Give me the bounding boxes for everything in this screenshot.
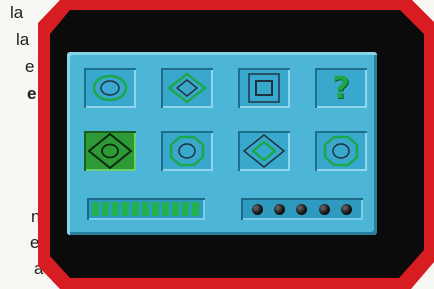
circle-icon xyxy=(92,74,128,102)
life-dot xyxy=(252,203,264,215)
energy-segment xyxy=(122,202,129,216)
tile-octagon-2[interactable] xyxy=(315,131,367,171)
tile-question[interactable]: ? xyxy=(315,68,367,108)
tile-diamond[interactable] xyxy=(161,68,213,108)
life-dot xyxy=(274,203,286,215)
lives-indicator xyxy=(241,198,363,220)
game-board: ? xyxy=(67,52,377,235)
diamond-circle-icon xyxy=(87,132,133,170)
tile-square[interactable] xyxy=(238,68,290,108)
tile-octagon[interactable] xyxy=(161,131,213,171)
energy-segment xyxy=(102,202,109,216)
energy-segment xyxy=(192,202,199,216)
life-dot xyxy=(318,203,330,215)
life-dot xyxy=(296,203,308,215)
diamond-icon xyxy=(166,72,208,104)
tile-diamond-2[interactable] xyxy=(238,131,290,171)
square-icon xyxy=(248,73,280,103)
life-dot xyxy=(340,203,352,215)
diamond-icon xyxy=(242,134,286,168)
question-mark-icon: ? xyxy=(332,70,350,106)
energy-segment xyxy=(182,202,189,216)
energy-segment xyxy=(92,202,99,216)
energy-segment xyxy=(152,202,159,216)
octagon-icon xyxy=(169,135,205,167)
energy-segment xyxy=(162,202,169,216)
energy-segment xyxy=(132,202,139,216)
energy-segment xyxy=(172,202,179,216)
tile-diamond-circle-selected[interactable] xyxy=(84,131,136,171)
octagon-icon xyxy=(323,135,359,167)
energy-meter xyxy=(87,198,205,220)
energy-segment xyxy=(112,202,119,216)
tile-circle[interactable] xyxy=(84,68,136,108)
energy-segment xyxy=(142,202,149,216)
